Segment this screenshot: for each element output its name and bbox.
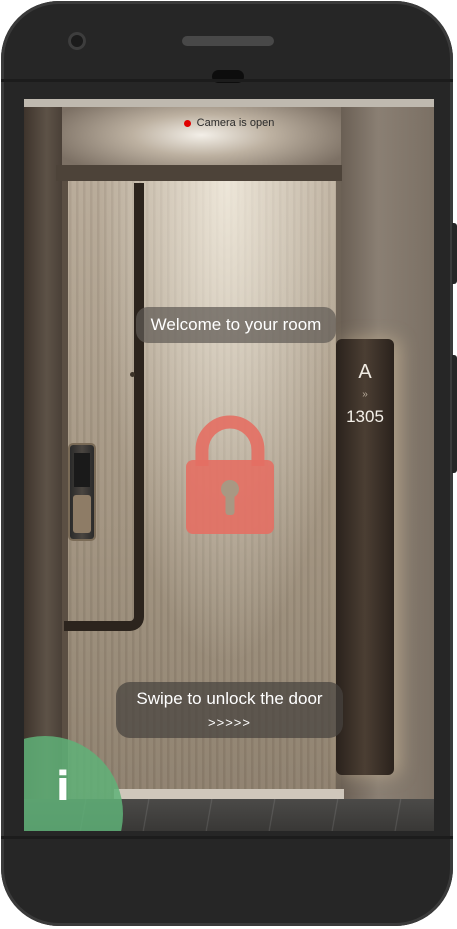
room-arrow: » [362,389,368,400]
front-camera [68,32,86,50]
bezel-divider [1,79,453,82]
room-number-plate: A » 1305 [336,339,394,775]
scene-smart-lock [70,445,94,539]
camera-status: Camera is open [24,117,434,129]
info-icon[interactable]: i [56,767,70,807]
recording-indicator-icon [183,119,191,127]
swipe-to-unlock-slider[interactable]: Swipe to unlock the door >>>>> [116,682,343,738]
swipe-instruction: Swipe to unlock the door [136,689,323,708]
scene-lock-handle [73,495,91,533]
volume-button [452,355,457,473]
room-number: 1305 [346,407,384,426]
welcome-banner: Welcome to your room [136,307,336,343]
status-strip [24,99,434,107]
scene-peephole [130,372,135,377]
lock-shackle [195,415,265,466]
scene-lock-keypad [74,453,90,487]
scene-door-lintel [56,165,342,181]
lock-keyhole-slot [225,492,235,515]
scene-threshold [114,789,344,799]
speaker-grille [182,36,274,46]
camera-viewfinder: A » 1305 Camera is open Welcome to your … [24,99,434,831]
power-button [452,223,457,284]
phone-frame: A » 1305 Camera is open Welcome to your … [1,1,453,926]
bezel-divider [1,836,453,839]
scene-door-groove [64,183,144,631]
room-wing-letter: A [358,361,372,383]
camera-status-text: Camera is open [196,117,275,130]
lock-icon[interactable] [186,412,274,534]
scene-wall-left [24,107,62,807]
swipe-arrows: >>>>> [208,715,251,730]
welcome-text: Welcome to your room [150,315,322,334]
